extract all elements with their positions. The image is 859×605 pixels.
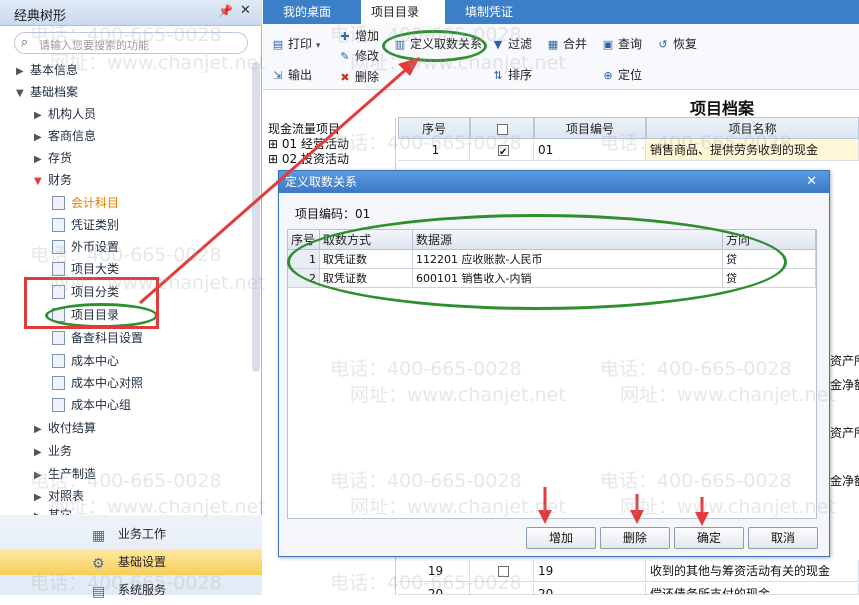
annotation-arrowhead <box>630 510 644 524</box>
annotation-arrows <box>139 57 709 526</box>
annotation-arrowhead <box>695 512 709 526</box>
annotation-arrow-line <box>139 64 411 305</box>
annotation-arrowhead <box>538 510 552 524</box>
